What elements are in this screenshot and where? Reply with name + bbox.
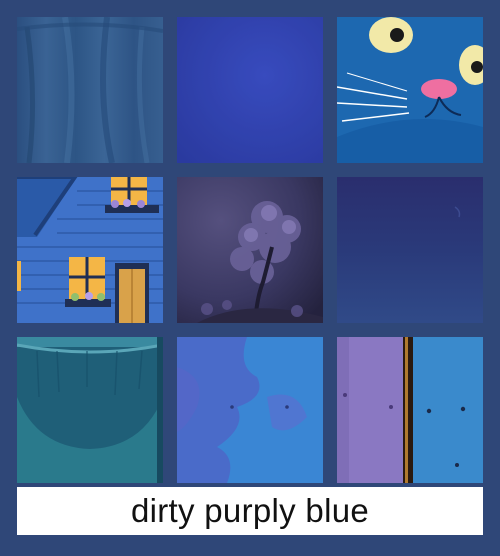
misty-purple-tree-image <box>177 177 323 323</box>
tile-blue-house-window <box>17 177 163 323</box>
teal-ceramic-bowl-image <box>17 337 163 483</box>
blue-house-window-image <box>17 177 163 323</box>
tile-dark-navy-texture <box>337 177 483 323</box>
textured-blue-canvas-image <box>177 17 323 163</box>
tile-fabric-drape <box>17 17 163 163</box>
cartoon-blue-cat-image <box>337 17 483 163</box>
color-moodboard <box>0 0 500 556</box>
tile-cartoon-blue-cat <box>337 17 483 163</box>
caption-box: dirty purply blue <box>17 487 483 535</box>
tile-worn-blue-wall <box>177 337 323 483</box>
tile-misty-purple-tree <box>177 177 323 323</box>
fabric-drape-image <box>17 17 163 163</box>
tile-purple-blue-planks <box>337 337 483 483</box>
tile-textured-blue-canvas <box>177 17 323 163</box>
caption-text: dirty purply blue <box>130 492 370 529</box>
dark-navy-texture-image <box>337 177 483 323</box>
purple-blue-planks-image <box>337 337 483 483</box>
worn-blue-wall-image <box>177 337 323 483</box>
tile-teal-ceramic-bowl <box>17 337 163 483</box>
